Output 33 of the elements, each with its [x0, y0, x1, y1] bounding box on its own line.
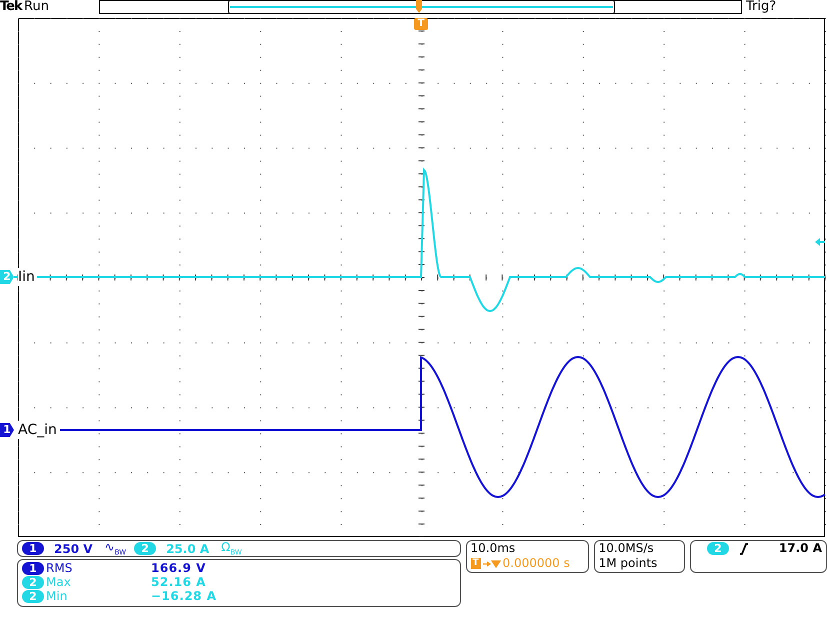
volts-per-div: 250 V [54, 542, 93, 556]
coupling-symbol: ∿$_{BW}$ [104, 540, 126, 557]
record-length: 1M points [598, 556, 658, 571]
channel-badge: 1 [22, 542, 44, 555]
measurement-name: Min [46, 589, 68, 603]
trigger-position-icon [416, 0, 422, 13]
channel-badge: 2 [706, 542, 729, 555]
trigger-badge: T [470, 558, 481, 569]
measurement-value: 52.16 A [151, 575, 206, 589]
coupling-symbol: Ω$_{BW}$ [221, 540, 242, 557]
trigger-level-icon [815, 238, 825, 246]
delay-arrow-icon [482, 558, 501, 568]
channel-marker[interactable]: 1 [0, 423, 14, 437]
time-per-div: 10.0ms [470, 541, 516, 556]
measurement-value: −16.28 A [151, 589, 216, 603]
sample-rate: 10.0MS/s [598, 541, 655, 556]
trigger-position: 0.000000 s [502, 556, 570, 571]
trigger-level: 17.0 A [778, 541, 822, 556]
trigger-marker: T [414, 18, 428, 30]
channel-badge: 2 [22, 576, 44, 588]
rising-edge-icon [738, 542, 749, 554]
measurement-value: 166.9 V [151, 561, 206, 575]
trigger-status: Trig? [746, 0, 776, 14]
channel-badge: 2 [134, 542, 156, 555]
measurement-name: RMS [46, 561, 74, 575]
channel-badge: 2 [22, 590, 44, 602]
channel-badge: 1 [22, 562, 44, 574]
channel-label: AC_in [18, 421, 59, 439]
channel-label: Iin [18, 268, 37, 286]
run-status: Run [24, 0, 50, 14]
brand-label: Tek [0, 0, 24, 14]
volts-per-div: 25.0 A [166, 542, 210, 556]
measurement-name: Max [46, 575, 72, 589]
